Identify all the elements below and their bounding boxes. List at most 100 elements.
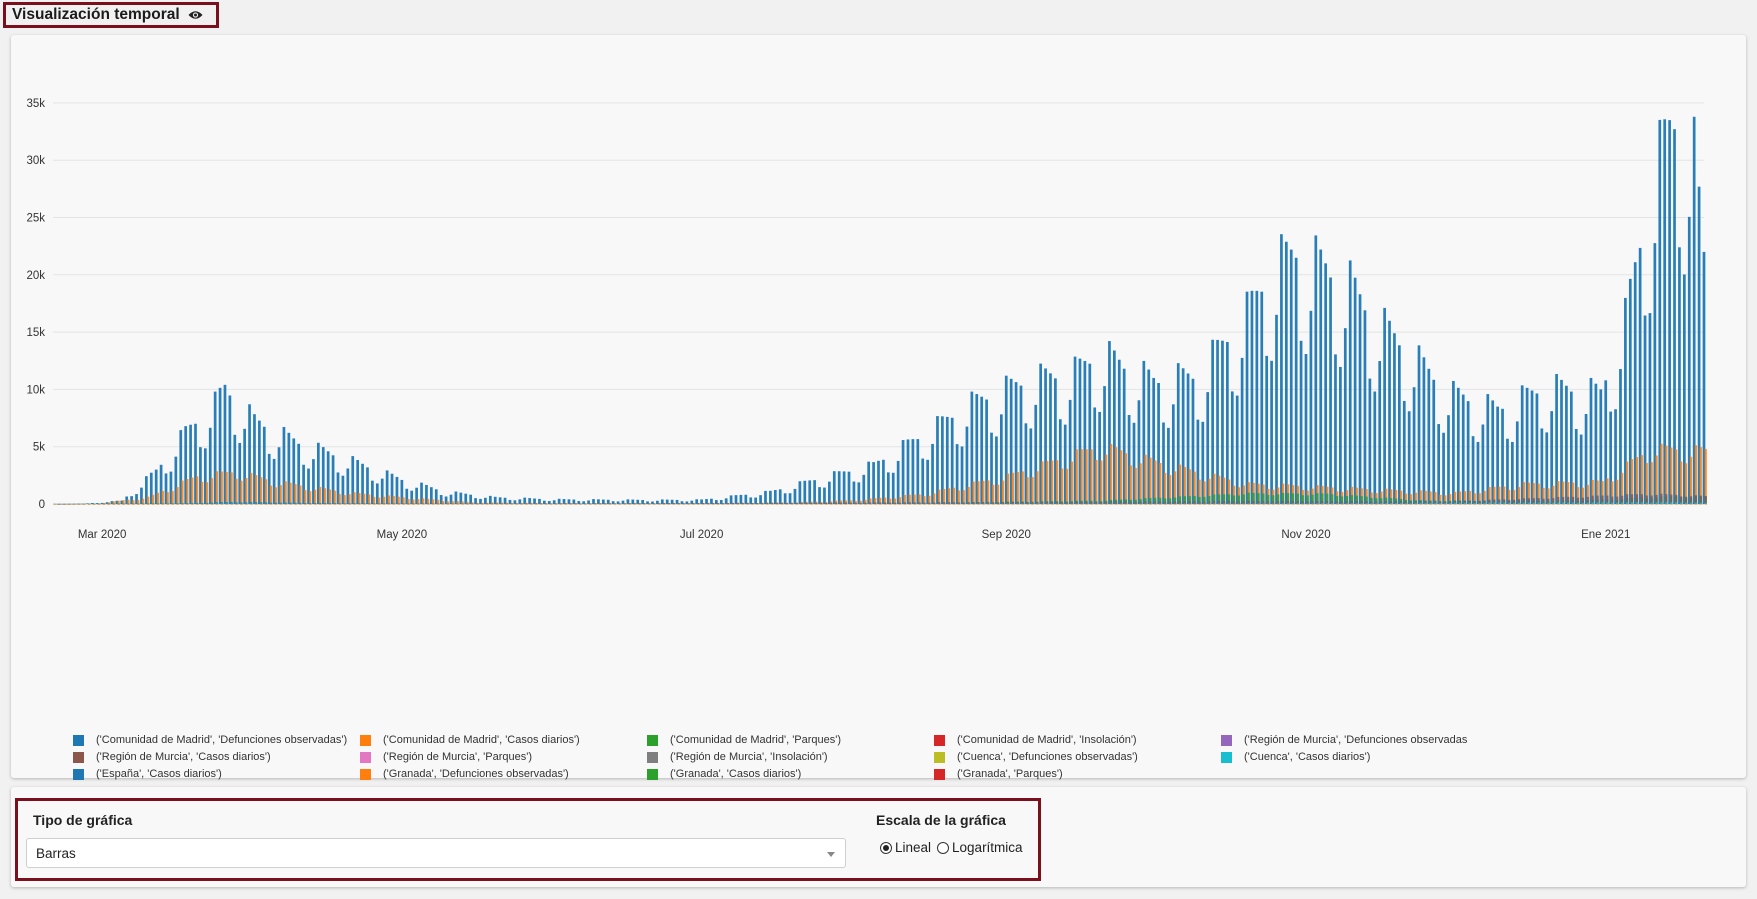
bar xyxy=(1449,502,1452,504)
bar xyxy=(1571,503,1575,505)
radio-logaritmica[interactable] xyxy=(937,841,950,854)
bar xyxy=(102,503,105,505)
bar xyxy=(274,503,277,505)
legend-item[interactable]: ('Región de Murcia', 'Casos diarios') xyxy=(73,750,360,764)
bar xyxy=(901,440,905,504)
chart-type-label: Tipo de gráfica xyxy=(33,812,133,828)
bar xyxy=(1001,503,1005,505)
bar xyxy=(872,462,875,504)
bar xyxy=(1463,502,1467,504)
bar xyxy=(210,503,214,505)
legend-item[interactable]: ('Comunidad de Madrid', 'Casos diarios') xyxy=(360,733,647,747)
bar xyxy=(456,501,459,504)
legend-item[interactable]: ('España', 'Casos diarios') xyxy=(73,767,360,781)
bar xyxy=(1397,345,1401,504)
bar xyxy=(928,503,931,505)
bar xyxy=(171,503,174,505)
y-tick-label: 30k xyxy=(26,155,45,167)
bar xyxy=(1399,503,1403,505)
bar xyxy=(1016,503,1019,505)
bar xyxy=(1473,503,1476,505)
bar xyxy=(1105,503,1108,505)
bar xyxy=(323,503,327,505)
bar xyxy=(112,503,115,505)
bar xyxy=(903,503,906,505)
bar xyxy=(338,494,341,504)
chart-type-select[interactable]: Barras xyxy=(26,838,846,868)
bar xyxy=(1370,503,1373,505)
bar xyxy=(392,496,395,504)
bar xyxy=(1542,502,1545,504)
bar xyxy=(1468,502,1471,504)
legend-item[interactable]: ('Comunidad de Madrid', 'Insolación') xyxy=(934,733,1221,747)
legend-item[interactable]: ('Granada', 'Defunciones observadas') xyxy=(360,767,647,781)
radio-lineal[interactable] xyxy=(880,841,892,854)
bar xyxy=(348,503,351,505)
bar xyxy=(255,503,258,505)
bar xyxy=(825,503,828,505)
bar xyxy=(240,480,243,504)
bar xyxy=(648,503,651,505)
bar xyxy=(1414,503,1417,505)
bar xyxy=(771,503,774,505)
bar xyxy=(783,493,787,504)
bar xyxy=(1689,502,1693,504)
legend-item[interactable]: ('Cuenca', 'Casos diarios') xyxy=(1221,750,1508,764)
bar xyxy=(1517,502,1521,504)
bar xyxy=(490,503,494,505)
bar xyxy=(1110,503,1113,505)
bar xyxy=(392,503,395,505)
legend-item[interactable]: ('Comunidad de Madrid', 'Parques') xyxy=(647,733,934,747)
bar xyxy=(1257,503,1260,505)
legend-label: ('Comunidad de Madrid', 'Defunciones obs… xyxy=(96,734,348,746)
bar xyxy=(402,497,405,504)
bar xyxy=(1296,503,1299,505)
bar xyxy=(962,503,965,505)
bar xyxy=(933,493,936,504)
legend-item[interactable]: ('Región de Murcia', 'Insolación') xyxy=(647,750,934,764)
legend-item[interactable]: ('Cuenca', 'Defunciones observadas') xyxy=(934,750,1221,764)
bar xyxy=(1684,502,1688,504)
eye-icon[interactable] xyxy=(188,10,203,20)
bar xyxy=(1704,502,1707,504)
bar xyxy=(377,497,381,504)
bar xyxy=(628,503,631,505)
bar xyxy=(916,439,920,504)
legend-item[interactable]: ('Granada', 'Parques') xyxy=(934,767,1221,781)
bar xyxy=(431,499,435,504)
bar xyxy=(255,503,258,505)
bar-chart[interactable]: 0 5k 10k 15k 20k 25k 30k 35k Mar 2020 May 2020 Jul… xyxy=(11,35,1746,725)
bar xyxy=(230,503,233,504)
bar xyxy=(1562,503,1565,505)
bar xyxy=(1164,503,1167,505)
bar xyxy=(1670,502,1673,504)
bar xyxy=(803,480,807,504)
bar xyxy=(1522,502,1526,504)
bar xyxy=(225,503,228,505)
bar xyxy=(412,499,415,504)
legend-item[interactable]: ('Región de Murcia', 'Parques') xyxy=(360,750,647,764)
legend-swatch xyxy=(360,734,371,746)
bar xyxy=(1466,401,1470,504)
bar xyxy=(603,503,607,505)
bar xyxy=(1294,257,1298,504)
bar xyxy=(888,503,892,505)
legend-label: ('Granada', 'Parques') xyxy=(957,768,1063,780)
bar xyxy=(599,503,602,505)
bar xyxy=(1306,503,1309,505)
legend-item[interactable]: ('Región de Murcia', 'Defunciones observ… xyxy=(1221,733,1508,747)
legend-item[interactable]: ('Granada', 'Casos diarios') xyxy=(647,767,934,781)
bar xyxy=(749,497,753,504)
bar xyxy=(813,480,816,504)
legend-item[interactable]: ('Comunidad de Madrid', 'Defunciones obs… xyxy=(73,733,360,747)
radio-lineal-label[interactable]: Lineal xyxy=(895,840,931,855)
bar xyxy=(328,489,331,504)
bar xyxy=(309,491,312,504)
bar xyxy=(1660,502,1663,504)
bar xyxy=(1532,503,1535,505)
bar xyxy=(505,503,508,505)
bar xyxy=(1439,503,1442,505)
radio-logaritmica-label[interactable]: Logarítmica xyxy=(952,840,1023,855)
bar xyxy=(608,503,612,505)
bar xyxy=(933,503,936,505)
